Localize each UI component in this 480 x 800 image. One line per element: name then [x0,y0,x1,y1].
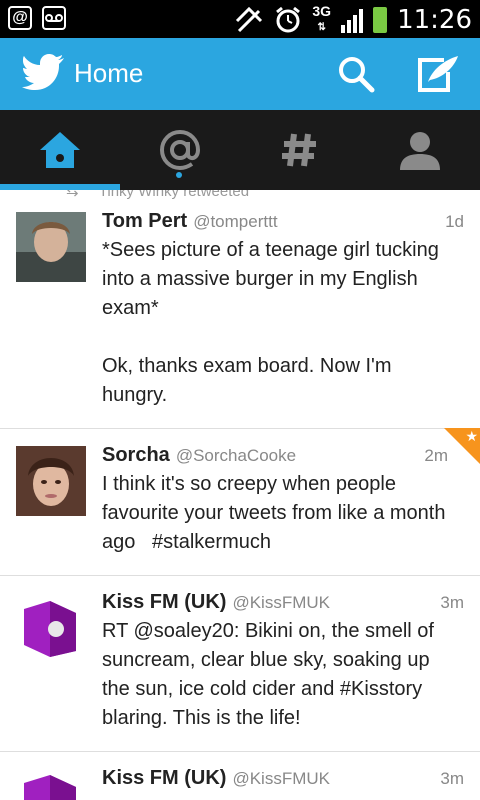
page-title: Home [74,58,144,88]
signal-icon [341,7,364,33]
hash-icon [282,133,316,167]
tweet-text: RT @soaley20: Bikini on, the smell of su… [102,620,440,729]
status-bar: @ 3G ⇅ 11:26 [0,0,480,38]
tab-discover[interactable] [240,110,360,190]
twitter-bird-icon[interactable] [22,52,66,92]
at-notification-icon: @ [8,6,32,30]
tweet-time: 3m [440,593,464,612]
tab-home[interactable] [0,110,120,190]
at-icon [159,129,201,171]
compose-icon[interactable] [414,52,460,96]
tweet-text: I think it's so creepy when people favou… [102,473,452,553]
unread-dot [176,172,182,178]
network-3g-icon: 3G ⇅ [312,3,332,33]
author-handle[interactable]: @KissFMUK [232,593,330,612]
tweet[interactable]: Kiss FM (UK) @KissFMUK 3m RT @soaley20: B… [0,575,480,752]
house-icon [40,132,80,168]
clock: 11:26 [397,4,472,35]
tweet-time: 3m [440,769,464,788]
tweet-text: *Sees picture of a teenage girl tucking … [102,239,439,406]
tweet[interactable]: ★ Sorcha @SorchaCooke 2m I think it's so … [0,428,480,576]
timeline[interactable]: ⇆ Tinky Winky retweeted Tom Pert @tompert… [0,190,480,800]
person-icon [400,132,440,170]
author-handle[interactable]: @KissFMUK [232,769,330,788]
author-name[interactable]: Kiss FM (UK) [102,591,226,613]
avatar[interactable] [16,767,86,800]
author-name[interactable]: Kiss FM (UK) [102,767,226,789]
author-handle[interactable]: @tomperttt [193,212,277,231]
tab-connect[interactable] [120,110,240,190]
author-name[interactable]: Sorcha [102,444,170,466]
tweet[interactable]: ⇆ Tinky Winky retweeted Tom Pert @tompert… [0,190,480,429]
author-handle[interactable]: @SorchaCooke [176,446,296,465]
alarm-icon [276,6,301,32]
app-bar: Home [0,38,480,110]
tweet-time: 2m [424,446,448,465]
voicemail-icon [42,6,66,30]
retweet-icon: ⇆ [66,190,79,200]
tab-me[interactable] [360,110,480,190]
star-icon: ★ [465,428,478,444]
author-name[interactable]: Tom Pert [102,210,187,232]
avatar[interactable] [16,212,86,282]
no-signal-icon [236,6,263,32]
tab-bar [0,110,480,190]
battery-icon [373,6,388,33]
avatar[interactable] [16,446,86,516]
search-icon[interactable] [336,54,376,94]
avatar[interactable] [16,593,86,663]
tweet[interactable]: Kiss FM (UK) @KissFMUK 3m [0,751,480,800]
retweet-label: ⇆ Tinky Winky retweeted [66,190,249,200]
tweet-time: 1d [445,212,464,231]
